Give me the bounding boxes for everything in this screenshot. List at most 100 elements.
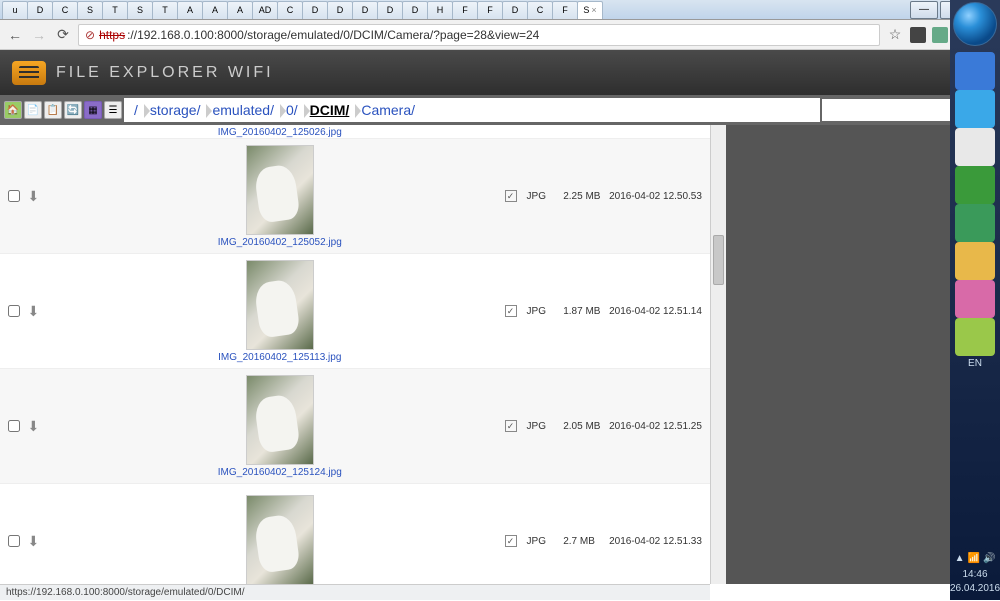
file-row: ⬇✓JPG2.7 MB2016-04-02 12.51.33 [0,484,710,584]
browser-tab[interactable]: D [502,1,528,19]
file-select-checkbox[interactable] [8,535,20,547]
forward-button[interactable]: → [30,26,48,44]
browser-tab[interactable]: A [177,1,203,19]
mark-checkbox[interactable]: ✓ [505,305,517,317]
bookmark-icon[interactable]: ☆ [886,26,904,44]
tool-copy[interactable]: 📄 [24,101,42,119]
mark-checkbox[interactable]: ✓ [505,535,517,547]
file-thumbnail[interactable] [246,260,314,350]
file-name-link[interactable]: IMG_20160402_125052.jpg [218,237,342,248]
tool-refresh[interactable]: 🔄 [64,101,82,119]
taskbar-app-icon[interactable] [955,318,995,356]
reload-button[interactable]: ⟳ [54,26,72,44]
breadcrumb-segment[interactable]: / [128,102,144,118]
tray-icon[interactable]: ▲ [955,552,965,566]
file-row: ⬇IMG_20160402_125124.jpg✓JPG2.05 MB2016-… [0,369,710,484]
tray-volume-icon[interactable]: 🔊 [983,552,995,566]
status-bar: https://192.168.0.100:8000/storage/emula… [0,584,710,600]
address-bar[interactable]: ⊘ https ://192.168.0.100:8000/storage/em… [78,24,880,46]
browser-tab[interactable]: D [302,1,328,19]
file-row: ⬇ IMG_20160402_125052.jpg ✓ JPG2.25 MB2016-… [0,139,710,254]
toolbar: 🏠 📄 📋 🔄 ▦ ☰ /storage/emulated/0/DCIM/Cam… [0,95,1000,125]
browser-tab[interactable]: D [377,1,403,19]
browser-tab[interactable]: A [202,1,228,19]
tool-view-grid[interactable]: ▦ [84,101,102,119]
content-area: ⬇ IMG_20160402_125026.jpg ✓ ⬇ IMG_20160402_1… [0,125,1000,584]
mark-checkbox[interactable]: ✓ [505,420,517,432]
taskbar-app-icon[interactable] [955,204,995,242]
system-tray: ▲ 📶 🔊 14:46 26.04.2016 [950,548,1000,600]
app-title: FILE EXPLORER WIFI [56,64,274,82]
browser-tab[interactable]: D [352,1,378,19]
file-size: 2.25 MB [563,191,609,202]
file-size: 2.7 MB [563,536,609,547]
file-thumbnail[interactable] [246,495,314,584]
taskbar-app-icon[interactable] [955,280,995,318]
browser-tab[interactable]: F [552,1,578,19]
file-list: ⬇ IMG_20160402_125026.jpg ✓ ⬇ IMG_20160402_1… [0,125,710,584]
download-icon[interactable]: ⬇ [28,303,56,320]
clock-date[interactable]: 26.04.2016 [950,582,1000,596]
file-extension: JPG [527,191,564,202]
browser-tab[interactable]: S [77,1,103,19]
tray-network-icon[interactable]: 📶 [968,552,980,566]
file-select-checkbox[interactable] [8,420,20,432]
browser-tab[interactable]: S [127,1,153,19]
mark-checkbox[interactable]: ✓ [505,190,517,202]
download-icon[interactable]: ⬇ [28,188,56,205]
url-protocol: https [99,28,125,42]
browser-tab[interactable]: C [277,1,303,19]
breadcrumb-segment[interactable]: storage/ [144,102,207,118]
scrollbar-thumb[interactable] [713,235,724,285]
taskbar-app-icon[interactable] [955,128,995,166]
clock-time[interactable]: 14:46 [950,568,1000,582]
download-icon[interactable]: ⬇ [28,418,56,435]
file-thumbnail[interactable] [246,145,314,235]
browser-tab[interactable]: D [402,1,428,19]
file-select-checkbox[interactable] [8,305,20,317]
browser-tab[interactable]: S× [577,1,603,19]
file-name-link[interactable]: IMG_20160402_125124.jpg [218,467,342,478]
vertical-scrollbar[interactable] [710,125,726,584]
browser-tab[interactable]: T [102,1,128,19]
file-date: 2016-04-02 12.50.53 [609,191,710,202]
browser-tab[interactable]: H [427,1,453,19]
tool-paste[interactable]: 📋 [44,101,62,119]
browser-tab[interactable]: AD [252,1,278,19]
extension-icon[interactable] [932,27,948,43]
extension-icon[interactable] [910,27,926,43]
breadcrumb-segment[interactable]: 0/ [280,102,304,118]
start-button[interactable] [953,2,997,46]
app-header: FILE EXPLORER WIFI ? [0,50,1000,95]
file-extension: JPG [527,306,564,317]
file-name-link[interactable]: IMG_20160402_125113.jpg [218,352,341,363]
file-name-link[interactable]: IMG_20160402_125026.jpg [218,127,342,138]
taskbar-app-icon[interactable] [955,90,995,128]
download-icon[interactable]: ⬇ [28,533,56,550]
browser-tab[interactable]: C [52,1,78,19]
taskbar-app-icon[interactable] [955,52,995,90]
taskbar-app-icon[interactable] [955,166,995,204]
browser-tab[interactable]: C [527,1,553,19]
browser-tab[interactable]: T [152,1,178,19]
breadcrumb-segment[interactable]: Camera/ [355,102,421,118]
language-indicator[interactable]: EN [968,358,982,369]
breadcrumb-segment[interactable]: emulated/ [206,102,279,118]
tool-view-list[interactable]: ☰ [104,101,122,119]
browser-tab[interactable]: u [2,1,28,19]
browser-tab[interactable]: F [452,1,478,19]
breadcrumb-segment[interactable]: DCIM/ [304,102,356,118]
back-button[interactable]: ← [6,26,24,44]
browser-tab[interactable]: A [227,1,253,19]
taskbar-app-icon[interactable] [955,242,995,280]
browser-tab[interactable]: D [27,1,53,19]
window-minimize-button[interactable]: — [910,1,938,19]
file-select-checkbox[interactable] [8,190,20,202]
browser-tab[interactable]: F [477,1,503,19]
file-thumbnail[interactable] [246,375,314,465]
browser-tab[interactable]: D [327,1,353,19]
windows-taskbar: EN ▲ 📶 🔊 14:46 26.04.2016 [950,0,1000,600]
window-titlebar: uDCSTSTAAAADCDDDDDHFFDCFS× — ☐ ✕ [0,0,1000,20]
tool-home[interactable]: 🏠 [4,101,22,119]
file-date: 2016-04-02 12.51.14 [609,306,710,317]
